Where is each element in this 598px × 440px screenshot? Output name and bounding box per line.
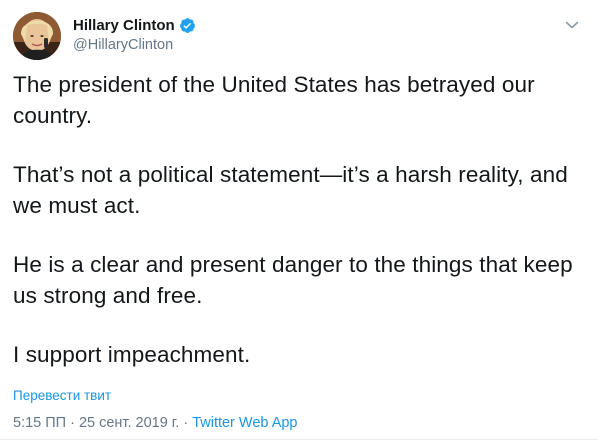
avatar-image [13,12,61,60]
author-display-name[interactable]: Hillary Clinton [73,18,175,33]
verified-badge-icon [179,17,196,34]
chevron-down-icon[interactable] [562,15,582,35]
tweet-text: The president of the United States has b… [13,69,583,370]
tweet-source-link[interactable]: Twitter Web App [192,415,297,431]
tweet-date[interactable]: 25 сент. 2019 г. [79,415,179,431]
translate-tweet-link[interactable]: Перевести твит [13,388,111,403]
tweet-paragraph: He is a clear and present danger to the … [13,252,573,308]
meta-separator: · [70,415,75,431]
author-handle[interactable]: @HillaryClinton [73,38,196,53]
tweet-meta: 5:15 ПП · 25 сент. 2019 г. · Twitter Web App [13,415,298,431]
avatar[interactable] [13,12,61,60]
tweet-paragraph: I support impeachment. [13,342,251,367]
tweet-time[interactable]: 5:15 ПП [13,415,66,431]
tweet-paragraph: That’s not a political statement—it’s a … [13,162,568,218]
author-name-row: Hillary Clinton [73,15,196,35]
tweet-card: Hillary Clinton @HillaryClinton The pres… [0,0,598,440]
author-block: Hillary Clinton @HillaryClinton [73,15,196,53]
tweet-paragraph: The president of the United States has b… [13,72,535,128]
meta-separator: · [183,415,189,431]
